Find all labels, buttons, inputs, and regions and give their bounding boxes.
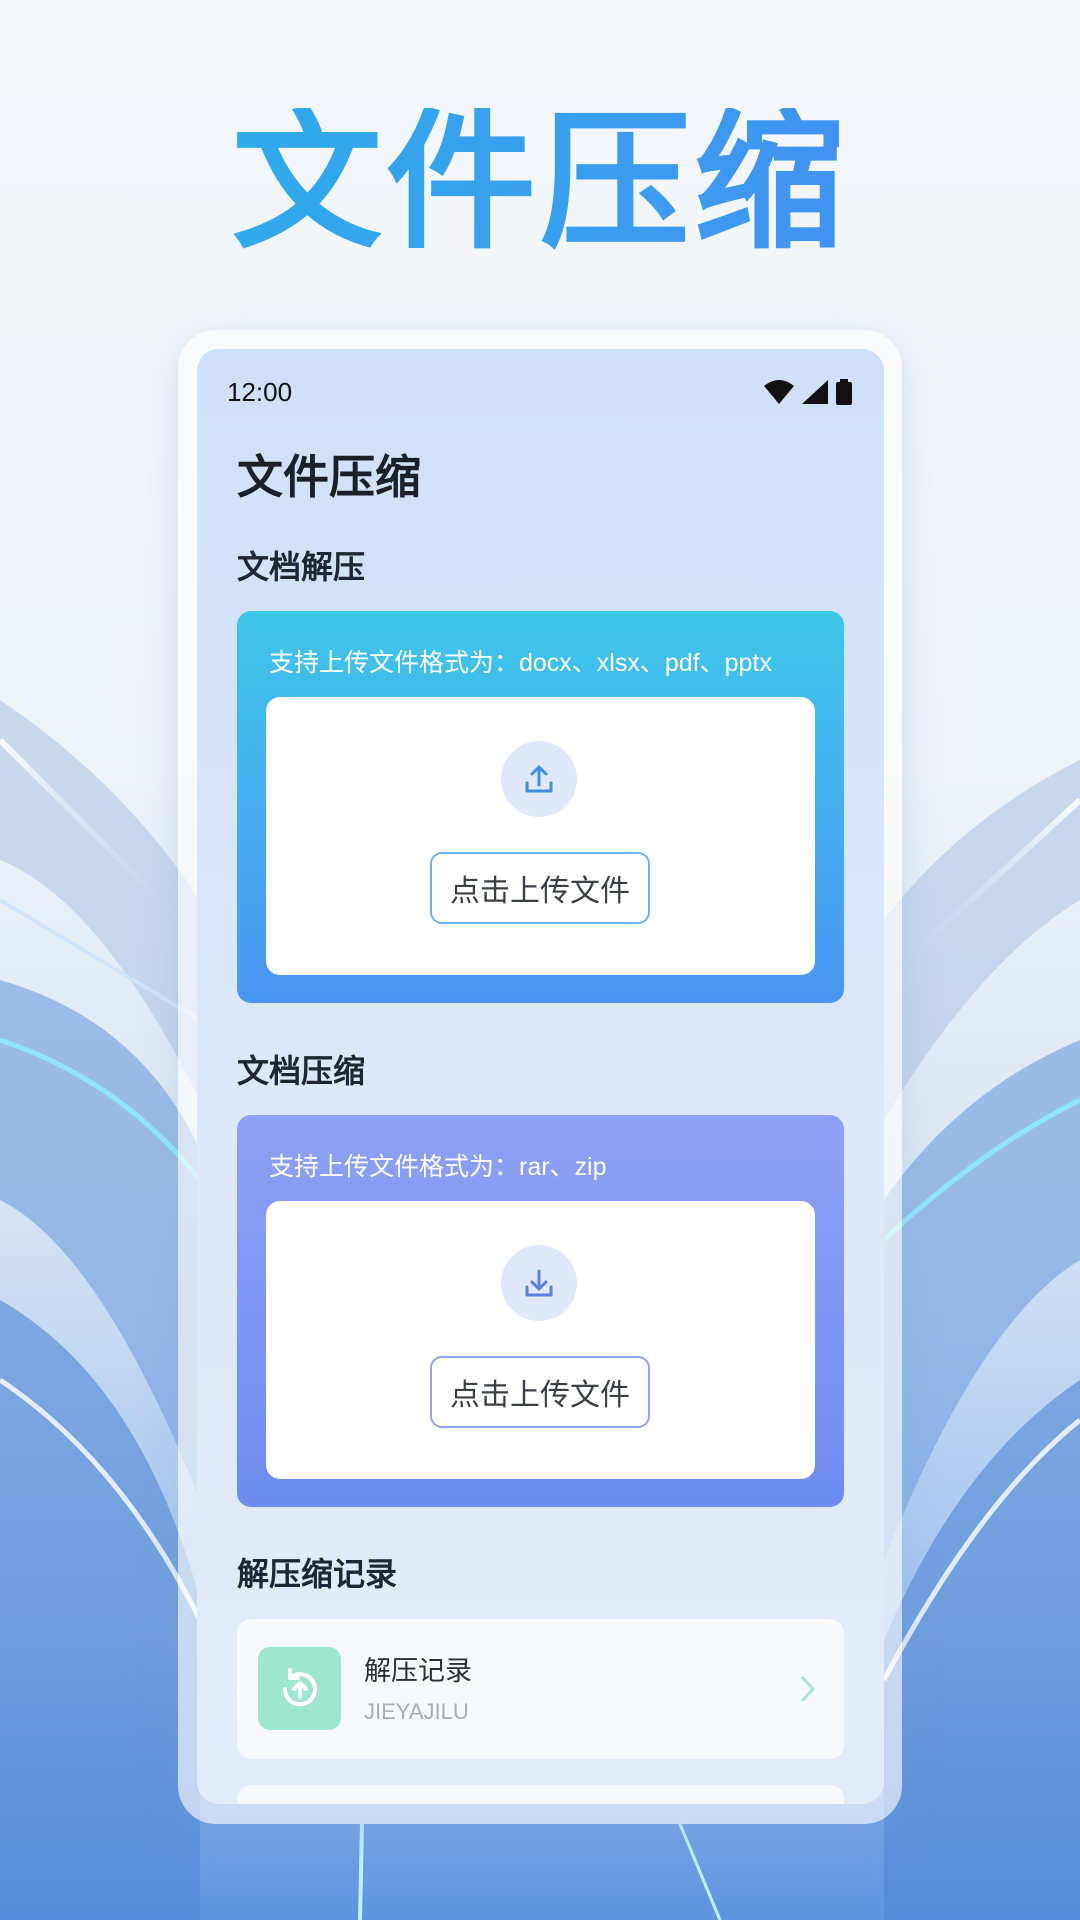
battery-icon bbox=[836, 379, 852, 405]
decompress-hint: 支持上传文件格式为：docx、xlsx、pdf、pptx bbox=[269, 649, 772, 677]
section-title-records: 解压缩记录 bbox=[237, 1555, 398, 1593]
status-bar: 12:00 bbox=[227, 377, 852, 417]
hero-title: 文件压缩 bbox=[0, 108, 1080, 258]
status-icons bbox=[764, 379, 852, 405]
section-title-decompress: 文档解压 bbox=[237, 548, 366, 586]
decompress-upload-button[interactable]: 点击上传文件 bbox=[430, 852, 650, 924]
history-upload-icon bbox=[258, 1647, 341, 1730]
phone-screen: 12:00 文件压缩 文档解压 支持上传文件格式为：docx、xlsx、pdf、… bbox=[197, 349, 884, 1804]
record-subtitle: JIEYAJILU bbox=[364, 1699, 469, 1724]
upload-icon[interactable] bbox=[501, 741, 577, 817]
compress-card: 支持上传文件格式为：rar、zip 点击上传文件 bbox=[237, 1115, 844, 1507]
app-title: 文件压缩 bbox=[237, 450, 421, 504]
section-title-compress: 文档压缩 bbox=[237, 1052, 366, 1090]
status-time: 12:00 bbox=[227, 377, 293, 407]
signal-icon bbox=[802, 380, 828, 404]
record-item-partial[interactable] bbox=[237, 1785, 844, 1804]
decompress-card: 支持上传文件格式为：docx、xlsx、pdf、pptx 点击上传文件 bbox=[237, 611, 844, 1003]
compress-upload-button[interactable]: 点击上传文件 bbox=[430, 1356, 650, 1428]
decompress-upload-area[interactable]: 点击上传文件 bbox=[266, 697, 815, 975]
wifi-icon bbox=[764, 380, 794, 404]
record-title: 解压记录 bbox=[364, 1656, 472, 1687]
record-item-decompress[interactable]: 解压记录 JIEYAJILU bbox=[237, 1619, 844, 1759]
chevron-right-icon bbox=[801, 1676, 815, 1702]
download-icon[interactable] bbox=[501, 1245, 577, 1321]
compress-hint: 支持上传文件格式为：rar、zip bbox=[269, 1153, 607, 1181]
compress-upload-area[interactable]: 点击上传文件 bbox=[266, 1201, 815, 1479]
